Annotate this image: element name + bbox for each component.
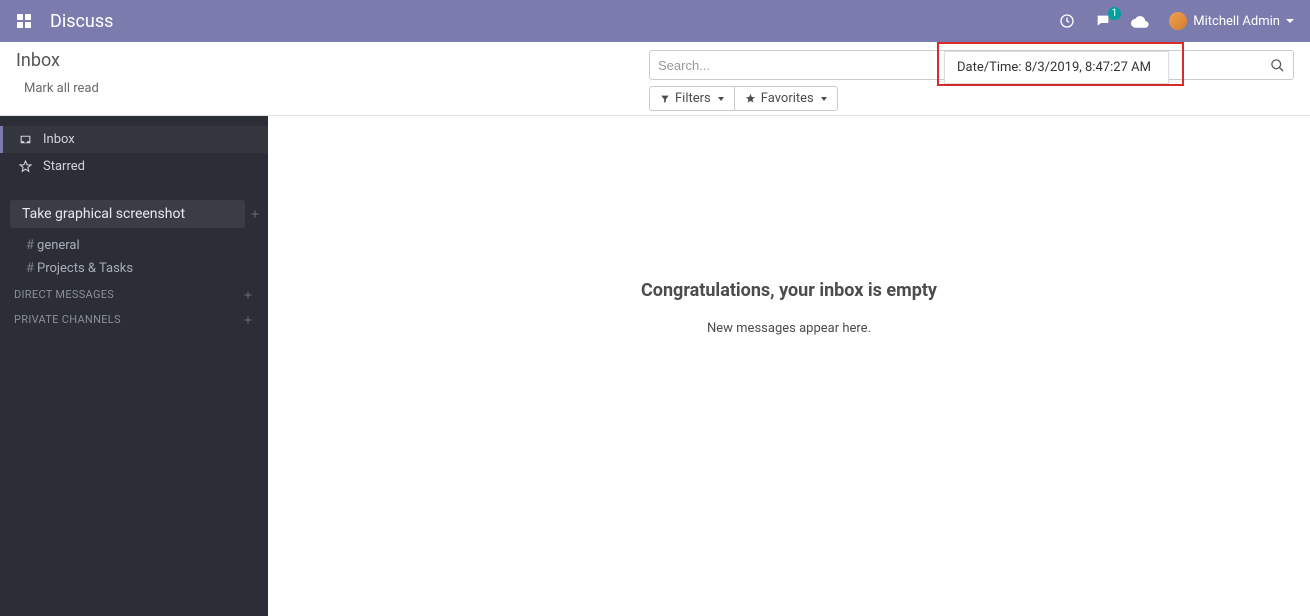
add-icon[interactable] <box>249 208 261 220</box>
top-navbar: Discuss 1 Mitchell Admin <box>0 0 1310 42</box>
navbar-left: Discuss <box>16 11 113 32</box>
channel-label: general <box>37 238 80 253</box>
user-menu[interactable]: Mitchell Admin <box>1169 12 1294 30</box>
favorites-label: Favorites <box>761 91 814 106</box>
breadcrumb: Inbox <box>16 50 99 71</box>
cloud-icon[interactable] <box>1131 14 1149 28</box>
sidebar-starred-label: Starred <box>43 159 85 174</box>
sidebar-channel-general[interactable]: #general <box>0 234 268 257</box>
avatar <box>1169 12 1187 30</box>
sidebar-channel-projects-tasks[interactable]: #Projects & Tasks <box>0 257 268 280</box>
sidebar-item-starred[interactable]: Starred <box>0 153 268 180</box>
filters-label: Filters <box>675 91 711 106</box>
hash-icon: # <box>26 238 34 253</box>
navbar-right: 1 Mitchell Admin <box>1059 12 1294 30</box>
filters-button[interactable]: Filters <box>649 86 734 111</box>
search-icon[interactable] <box>1270 58 1285 73</box>
datetime-text: Date/Time: 8/3/2019, 8:47:27 AM <box>957 60 1151 75</box>
chevron-down-icon <box>821 97 827 101</box>
cp-left: Inbox Mark all read <box>16 50 99 96</box>
hash-icon: # <box>26 261 34 276</box>
private-channels-label: PRIVATE CHANNELS <box>14 313 121 326</box>
direct-messages-label: DIRECT MESSAGES <box>14 288 114 301</box>
sidebar: Inbox Starred Take graphical screenshot … <box>0 116 268 616</box>
clock-icon[interactable] <box>1059 13 1075 29</box>
control-panel: Inbox Mark all read Filters Favorites Da… <box>0 42 1310 116</box>
chevron-down-icon <box>1286 19 1294 23</box>
datetime-popup: Date/Time: 8/3/2019, 8:47:27 AM <box>944 51 1169 84</box>
add-icon[interactable] <box>242 289 254 301</box>
take-screenshot-button[interactable]: Take graphical screenshot <box>10 200 245 228</box>
empty-inbox-title: Congratulations, your inbox is empty <box>641 280 937 301</box>
sidebar-section-private-channels: PRIVATE CHANNELS <box>0 305 268 330</box>
empty-inbox-subtitle: New messages appear here. <box>707 321 871 336</box>
take-screenshot-label: Take graphical screenshot <box>22 206 185 222</box>
inbox-icon <box>19 133 33 146</box>
app-title[interactable]: Discuss <box>50 11 113 32</box>
mark-all-read-button[interactable]: Mark all read <box>16 81 99 96</box>
sidebar-inbox-label: Inbox <box>43 132 75 147</box>
sidebar-item-inbox[interactable]: Inbox <box>0 126 268 153</box>
favorites-button[interactable]: Favorites <box>734 86 838 111</box>
apps-icon[interactable] <box>16 13 32 29</box>
user-name: Mitchell Admin <box>1193 14 1280 29</box>
content: Congratulations, your inbox is empty New… <box>268 116 1310 616</box>
sidebar-section-direct-messages: DIRECT MESSAGES <box>0 280 268 305</box>
messages-icon[interactable]: 1 <box>1095 13 1111 29</box>
star-icon <box>745 93 756 104</box>
funnel-icon <box>660 94 670 104</box>
main: Inbox Starred Take graphical screenshot … <box>0 116 1310 616</box>
filter-row: Filters Favorites <box>649 86 1294 111</box>
star-icon <box>19 160 33 173</box>
chevron-down-icon <box>718 97 724 101</box>
channel-label: Projects & Tasks <box>37 261 133 276</box>
message-badge: 1 <box>1108 7 1122 20</box>
add-icon[interactable] <box>242 314 254 326</box>
